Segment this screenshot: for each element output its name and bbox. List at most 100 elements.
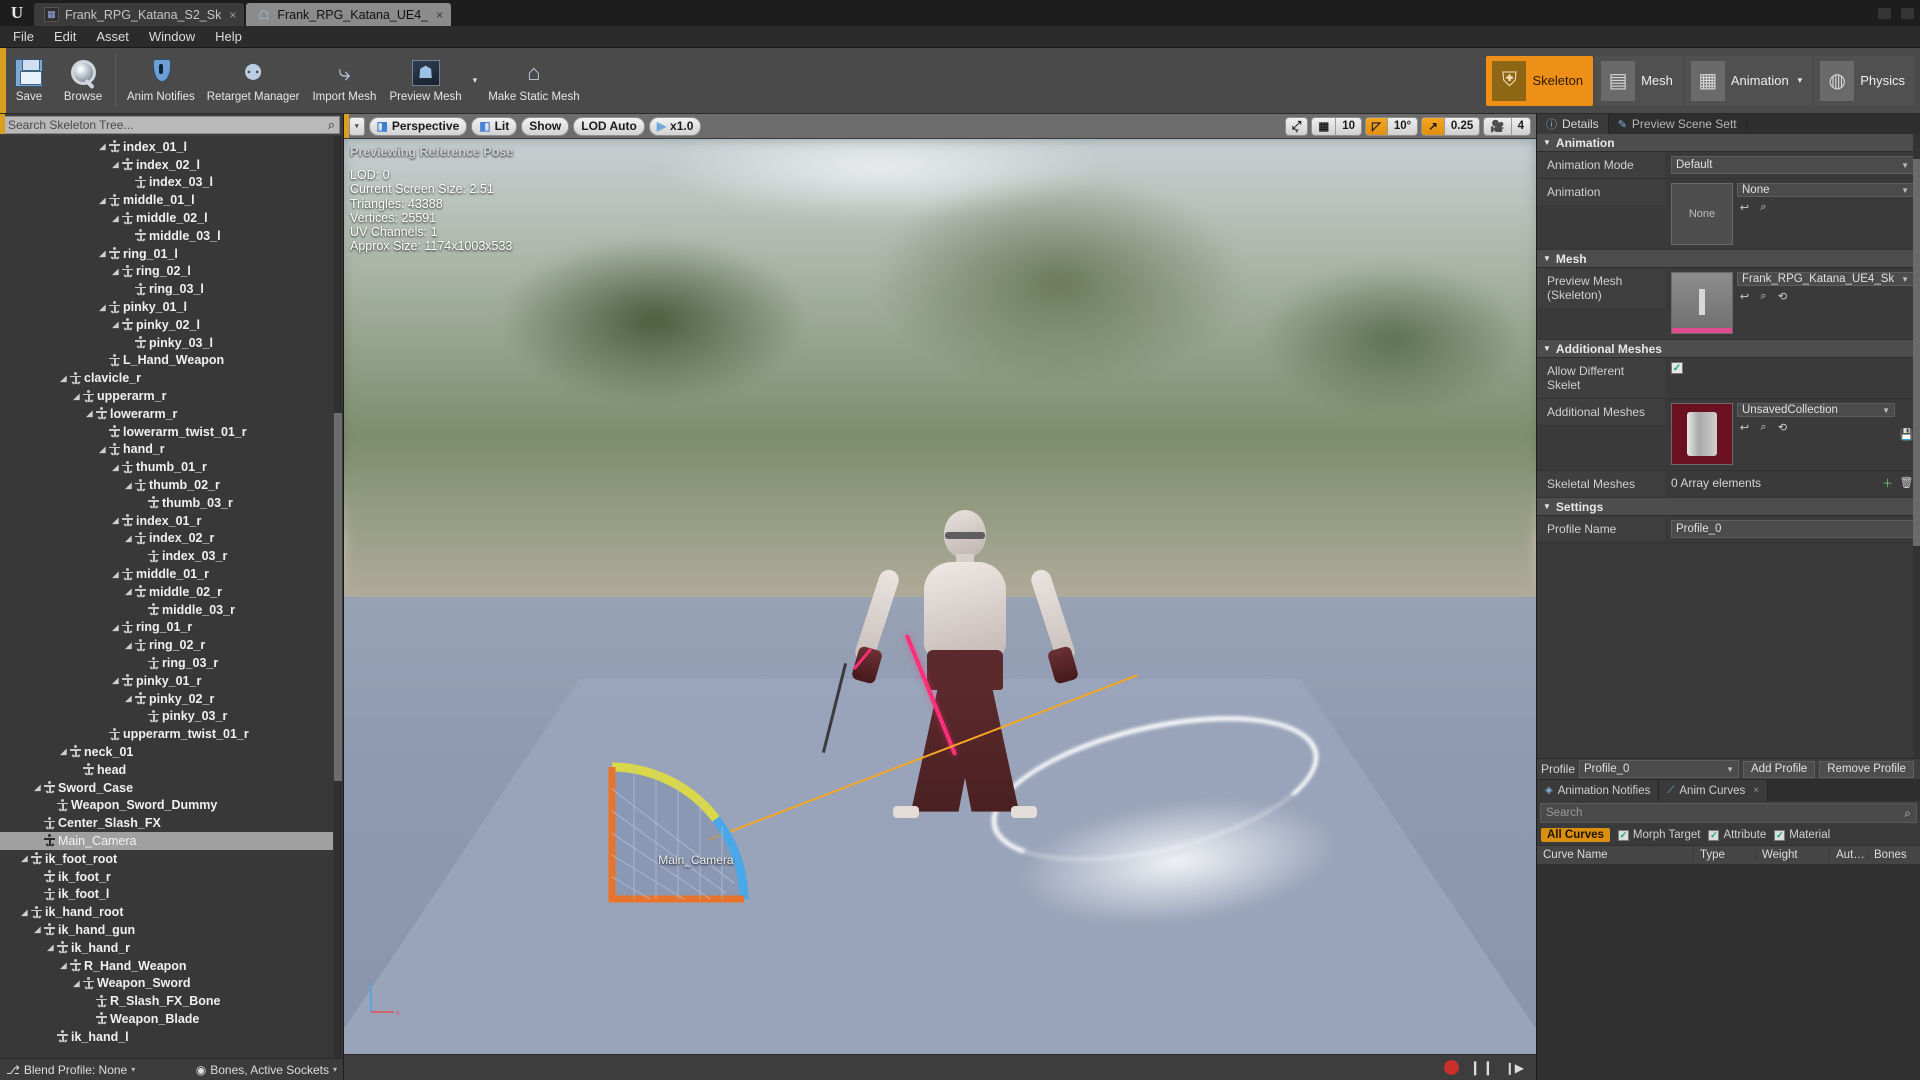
angle-snap-icon[interactable]: ◸ xyxy=(1365,117,1388,135)
section-header-settings[interactable]: ▼ Settings xyxy=(1537,498,1920,516)
retarget-manager-button[interactable]: ⚉ Retarget Manager xyxy=(201,48,306,113)
add-profile-button[interactable]: Add Profile xyxy=(1743,760,1816,778)
document-tab-0[interactable]: ▦ Frank_RPG_Katana_S2_Sk × xyxy=(34,3,245,26)
tab-anim-curves[interactable]: ⟋ Anim Curves × xyxy=(1659,780,1769,801)
skeleton-tree-row[interactable]: ◢ index_01_l xyxy=(0,138,333,156)
tab-preview-scene-settings[interactable]: ✎ Preview Scene Sett xyxy=(1608,114,1747,134)
section-header-animation[interactable]: ▼ Animation xyxy=(1537,134,1920,152)
skeleton-tree-row[interactable]: ik_foot_l xyxy=(0,885,333,903)
tab-details[interactable]: ⓘ Details xyxy=(1537,114,1609,134)
anim-notifies-button[interactable]: Anim Notifies xyxy=(121,48,201,113)
expand-arrow-icon[interactable]: ◢ xyxy=(123,641,134,650)
expand-arrow-icon[interactable]: ◢ xyxy=(97,142,108,151)
skeleton-tree-row[interactable]: ◢ index_02_r xyxy=(0,530,333,548)
skeleton-tree-row[interactable]: ◢ pinky_02_l xyxy=(0,316,333,334)
document-tab-1[interactable]: ☖ Frank_RPG_Katana_UE4_ × xyxy=(246,3,452,26)
scale-snap-value[interactable]: 0.25 xyxy=(1445,118,1479,135)
mode-button-physics[interactable]: ◍ Physics xyxy=(1814,55,1915,106)
add-array-element-icon[interactable]: ＋ xyxy=(1880,475,1895,490)
view-mode-button[interactable]: ◨ Perspective xyxy=(368,116,468,136)
skeleton-tree-row[interactable]: ◢ ik_hand_root xyxy=(0,903,333,921)
skeleton-tree-row[interactable]: ◢ upperarm_r xyxy=(0,387,333,405)
profile-dropdown[interactable]: Profile_0 ▼ xyxy=(1579,760,1740,778)
camera-speed-value[interactable]: 4 xyxy=(1512,118,1530,135)
browse-to-asset-icon[interactable]: ⌕ xyxy=(1756,420,1771,435)
scale-snap-icon[interactable]: ↗ xyxy=(1422,117,1445,135)
tab-animation-notifies[interactable]: ◈ Animation Notifies xyxy=(1537,780,1660,801)
menu-help[interactable]: Help xyxy=(206,27,251,46)
all-curves-filter-button[interactable]: All Curves xyxy=(1541,828,1610,842)
skeleton-tree-row[interactable]: ◢ hand_r xyxy=(0,441,333,459)
skeleton-tree-row[interactable]: ◢ ik_foot_root xyxy=(0,850,333,868)
use-selected-asset-icon[interactable]: ↩ xyxy=(1737,200,1752,215)
playback-speed-button[interactable]: ▶ x1.0 xyxy=(648,116,702,136)
expand-arrow-icon[interactable]: ◢ xyxy=(97,249,108,258)
expand-arrow-icon[interactable]: ◢ xyxy=(84,409,95,418)
additional-meshes-thumbnail[interactable] xyxy=(1671,403,1733,465)
morph-target-filter[interactable]: ✓ Morph Target xyxy=(1617,829,1700,841)
skeleton-tree-row[interactable]: ◢ pinky_01_l xyxy=(0,298,333,316)
skeleton-tree-row[interactable]: ◢ middle_02_l xyxy=(0,209,333,227)
expand-arrow-icon[interactable]: ◢ xyxy=(19,854,30,863)
expand-arrow-icon[interactable]: ◢ xyxy=(110,676,121,685)
skeleton-tree-row[interactable]: ◢ index_02_l xyxy=(0,156,333,174)
skeleton-tree-row[interactable]: ◢ Weapon_Sword xyxy=(0,974,333,992)
step-forward-icon[interactable]: ❙▶ xyxy=(1505,1061,1524,1075)
save-collection-icon[interactable]: 💾 xyxy=(1899,427,1914,442)
skeleton-tree-row[interactable]: pinky_03_l xyxy=(0,334,333,352)
mode-button-skeleton[interactable]: ⛨ Skeleton xyxy=(1486,55,1594,106)
skeleton-tree-scroll[interactable]: ◢ index_01_l ◢ index_02_l index_03_l ◢ middle_… xyxy=(0,136,343,1058)
skeleton-tree-row[interactable]: ◢ ring_02_l xyxy=(0,263,333,281)
material-filter[interactable]: ✓ Material xyxy=(1774,829,1830,841)
skeleton-tree-row[interactable]: ring_03_l xyxy=(0,280,333,298)
animation-asset-picker[interactable]: None ▼ xyxy=(1737,183,1914,197)
skeleton-tree-row[interactable]: L_Hand_Weapon xyxy=(0,352,333,370)
skeleton-tree-row[interactable]: lowerarm_twist_01_r xyxy=(0,423,333,441)
skeleton-tree-row[interactable]: R_Slash_FX_Bone xyxy=(0,992,333,1010)
skeleton-tree-row[interactable]: ◢ Sword_Case xyxy=(0,779,333,797)
import-mesh-button[interactable]: ⤷ Import Mesh xyxy=(305,48,383,113)
attribute-filter[interactable]: ✓ Attribute xyxy=(1708,829,1766,841)
maximize-icon[interactable] xyxy=(1901,7,1914,19)
close-icon[interactable]: × xyxy=(1753,785,1759,796)
skeleton-tree-row[interactable]: Main_Camera xyxy=(0,832,333,850)
make-static-mesh-button[interactable]: ⌂ Make Static Mesh xyxy=(482,48,585,113)
expand-arrow-icon[interactable]: ◢ xyxy=(110,623,121,632)
tree-filter-button[interactable]: ◉ Bones, Active Sockets ▾ xyxy=(196,1063,337,1077)
expand-arrow-icon[interactable]: ◢ xyxy=(110,214,121,223)
expand-arrow-icon[interactable]: ◢ xyxy=(123,694,134,703)
skeleton-tree-row[interactable]: ◢ clavicle_r xyxy=(0,369,333,387)
chevron-down-icon[interactable]: ▾ xyxy=(1295,127,1299,135)
menu-window[interactable]: Window xyxy=(140,27,204,46)
details-scrollbar-thumb[interactable] xyxy=(1913,158,1920,546)
save-button[interactable]: Save xyxy=(2,48,56,113)
expand-arrow-icon[interactable]: ◢ xyxy=(71,392,82,401)
expand-arrow-icon[interactable]: ◢ xyxy=(110,160,121,169)
menu-asset[interactable]: Asset xyxy=(87,27,138,46)
transform-gizmo-icon[interactable]: ⤢ ▾ xyxy=(1286,118,1307,135)
skeleton-tree-row[interactable]: ik_foot_r xyxy=(0,868,333,886)
lod-button[interactable]: LOD Auto xyxy=(573,116,645,136)
animation-mode-dropdown[interactable]: Default ▼ xyxy=(1671,156,1914,174)
expand-arrow-icon[interactable]: ◢ xyxy=(110,267,121,276)
camera-frustum-gizmo[interactable]: Main_Camera xyxy=(606,761,756,906)
preview-mesh-button[interactable]: ☗ Preview Mesh xyxy=(383,48,467,113)
pause-icon[interactable]: ❙❙ xyxy=(1469,1059,1494,1076)
skeleton-tree-row[interactable]: ◢ ring_02_r xyxy=(0,636,333,654)
skeleton-tree-row[interactable]: middle_03_l xyxy=(0,227,333,245)
skeleton-tree-row[interactable]: ◢ ring_01_r xyxy=(0,619,333,637)
allow-different-skeletons-checkbox[interactable]: ✓ xyxy=(1671,362,1683,374)
skeleton-tree-row[interactable]: ◢ ring_01_l xyxy=(0,245,333,263)
skeleton-tree-row[interactable]: ik_hand_l xyxy=(0,1028,333,1046)
skeleton-tree-row[interactable]: ◢ middle_01_r xyxy=(0,565,333,583)
morph-target-checkbox[interactable]: ✓ xyxy=(1617,829,1629,841)
skeleton-tree-row[interactable]: ◢ neck_01 xyxy=(0,743,333,761)
expand-arrow-icon[interactable]: ◢ xyxy=(58,747,69,756)
expand-arrow-icon[interactable]: ◢ xyxy=(19,908,30,917)
profile-name-field[interactable]: Profile_0 xyxy=(1671,520,1914,538)
additional-meshes-picker[interactable]: UnsavedCollection ▼ xyxy=(1737,403,1895,417)
browse-button[interactable]: Browse xyxy=(56,48,110,113)
skeleton-tree-row[interactable]: ◢ index_01_r xyxy=(0,512,333,530)
material-checkbox[interactable]: ✓ xyxy=(1774,829,1786,841)
menu-file[interactable]: File xyxy=(4,27,43,46)
